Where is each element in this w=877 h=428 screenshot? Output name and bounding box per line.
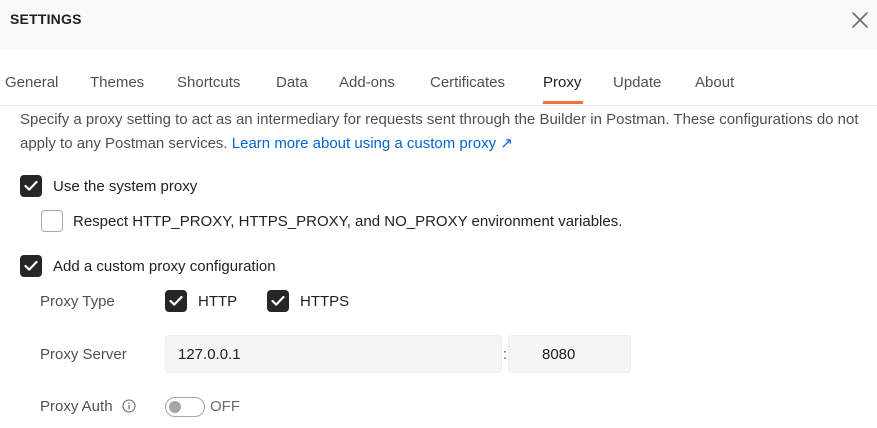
tab-update[interactable]: Update	[613, 74, 661, 91]
proxy-auth-toggle-state: OFF	[210, 398, 240, 415]
tab-proxy[interactable]: Proxy	[543, 74, 581, 91]
custom-proxy-label: Add a custom proxy configuration	[53, 258, 276, 275]
tab-about[interactable]: About	[695, 74, 734, 91]
proxy-description: Specify a proxy setting to act as an int…	[20, 108, 865, 156]
proxy-server-label: Proxy Server	[40, 346, 127, 363]
check-icon	[169, 295, 183, 306]
proxy-port-input[interactable]	[508, 335, 631, 373]
proxy-auth-toggle[interactable]	[165, 397, 205, 417]
close-icon	[852, 12, 868, 28]
toggle-knob	[169, 401, 181, 413]
check-icon	[24, 260, 38, 271]
custom-proxy-checkbox[interactable]	[20, 255, 42, 277]
use-system-proxy-label: Use the system proxy	[53, 178, 198, 195]
active-tab-indicator	[543, 101, 583, 104]
check-icon	[271, 295, 285, 306]
tab-data[interactable]: Data	[276, 74, 308, 91]
info-icon[interactable]	[122, 399, 136, 413]
tab-shortcuts[interactable]: Shortcuts	[177, 74, 240, 91]
check-icon	[24, 180, 38, 191]
http-checkbox[interactable]	[165, 290, 187, 312]
proxy-type-label: Proxy Type	[40, 293, 115, 310]
proxy-auth-label: Proxy Auth	[40, 398, 113, 415]
tab-general[interactable]: General	[5, 74, 58, 91]
close-button[interactable]	[849, 9, 871, 31]
settings-header: SETTINGS	[0, 0, 877, 50]
tab-themes[interactable]: Themes	[90, 74, 144, 91]
respect-env-variables-label: Respect HTTP_PROXY, HTTPS_PROXY, and NO_…	[73, 213, 623, 230]
https-label: HTTPS	[300, 293, 350, 310]
http-label: HTTP	[198, 293, 238, 310]
use-system-proxy-checkbox[interactable]	[20, 175, 42, 197]
proxy-host-input[interactable]	[165, 335, 502, 373]
respect-env-variables-checkbox[interactable]	[41, 210, 63, 232]
host-port-separator: :	[503, 346, 508, 363]
settings-tabs: General Themes Shortcuts Data Add-ons Ce…	[0, 50, 877, 106]
tab-add-ons[interactable]: Add-ons	[339, 74, 395, 91]
learn-more-link[interactable]: Learn more about using a custom proxy ↗	[232, 135, 513, 152]
settings-title: SETTINGS	[10, 11, 82, 27]
tab-certificates[interactable]: Certificates	[430, 74, 505, 91]
https-checkbox[interactable]	[267, 290, 289, 312]
